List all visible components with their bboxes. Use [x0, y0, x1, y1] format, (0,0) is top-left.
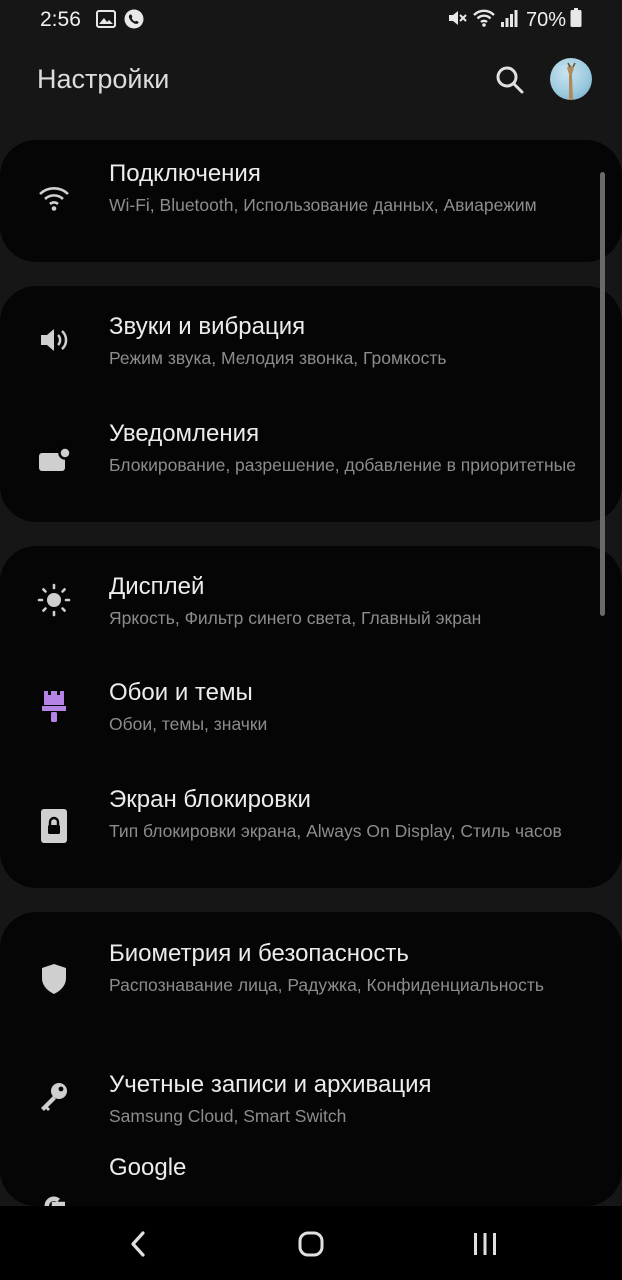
page-title: Настройки [37, 64, 170, 94]
image-icon [96, 9, 116, 34]
battery-icon [570, 8, 582, 33]
item-subtitle: Блокирование, разрешение, добавление в п… [109, 455, 576, 475]
signal-icon [500, 8, 518, 33]
wifi-icon [34, 178, 74, 218]
volume-icon [34, 320, 74, 360]
item-biometrics-security[interactable]: Биометрия и безопасность Распознавание л… [0, 912, 622, 1042]
item-subtitle: Обои, темы, значки [109, 714, 268, 734]
shield-icon [34, 959, 74, 999]
item-title: Звуки и вибрация [109, 313, 306, 340]
item-title: Дисплей [109, 573, 205, 600]
battery-percent: 70% [525, 9, 566, 31]
item-display[interactable]: Дисплей Яркость, Фильтр синего света, Гл… [0, 546, 622, 652]
search-icon [496, 66, 524, 94]
item-sounds[interactable]: Звуки и вибрация Режим звука, Мелодия зв… [0, 286, 622, 392]
item-title: Биометрия и безопасность [109, 940, 409, 967]
recents-button[interactable] [465, 1224, 505, 1264]
key-icon [34, 1076, 74, 1116]
item-subtitle: Режим звука, Мелодия звонка, Громкость [109, 348, 447, 368]
home-button[interactable] [291, 1224, 331, 1264]
google-icon [34, 1186, 74, 1206]
item-title: Обои и темы [109, 679, 253, 706]
phone-call-icon [124, 9, 144, 34]
lock-icon [34, 806, 74, 846]
navigation-bar [0, 1206, 622, 1280]
back-button[interactable] [118, 1224, 158, 1264]
item-title: Уведомления [109, 420, 260, 447]
item-subtitle: Распознавание лица, Радужка, Конфиденциа… [109, 975, 545, 995]
item-subtitle: Яркость, Фильтр синего света, Главный эк… [109, 608, 482, 628]
notification-icon [34, 440, 74, 480]
item-google[interactable]: Google [0, 1148, 622, 1206]
item-subtitle: Wi-Fi, Bluetooth, Использование данных, … [109, 195, 537, 215]
header: Настройки [0, 56, 622, 106]
settings-group-security: Биометрия и безопасность Распознавание л… [0, 912, 622, 1206]
search-button[interactable] [494, 64, 526, 96]
item-notifications[interactable]: Уведомления Блокирование, разрешение, до… [0, 392, 622, 522]
status-bar: 2:56 70% [0, 0, 622, 40]
item-wallpapers-themes[interactable]: Обои и темы Обои, темы, значки [0, 652, 622, 758]
avatar[interactable] [550, 58, 592, 100]
recents-icon [474, 1233, 496, 1255]
item-title: Google [109, 1154, 187, 1181]
item-title: Учетные записи и архивация [109, 1071, 432, 1098]
scrollbar[interactable] [600, 172, 605, 616]
item-lock-screen[interactable]: Экран блокировки Тип блокировки экрана, … [0, 758, 622, 888]
paintbrush-icon [34, 686, 74, 726]
brightness-icon [34, 580, 74, 620]
settings-group-display: Дисплей Яркость, Фильтр синего света, Гл… [0, 546, 622, 888]
item-title: Подключения [109, 160, 261, 187]
item-subtitle: Тип блокировки экрана, Always On Display… [109, 821, 562, 841]
item-subtitle: Samsung Cloud, Smart Switch [109, 1106, 347, 1126]
mute-icon [446, 8, 468, 33]
settings-group-sound: Звуки и вибрация Режим звука, Мелодия зв… [0, 286, 622, 522]
settings-screen: 2:56 70% Настройки Подключения Wi-Fi, Bl… [0, 0, 622, 1280]
item-title: Экран блокировки [109, 786, 311, 813]
item-connections[interactable]: Подключения Wi-Fi, Bluetooth, Использова… [0, 140, 622, 262]
status-time: 2:56 [40, 8, 81, 31]
back-icon [131, 1231, 145, 1257]
settings-group-connections: Подключения Wi-Fi, Bluetooth, Использова… [0, 140, 622, 262]
home-icon [298, 1231, 324, 1257]
wifi-icon [472, 8, 496, 33]
item-accounts-backup[interactable]: Учетные записи и архивация Samsung Cloud… [0, 1042, 622, 1148]
